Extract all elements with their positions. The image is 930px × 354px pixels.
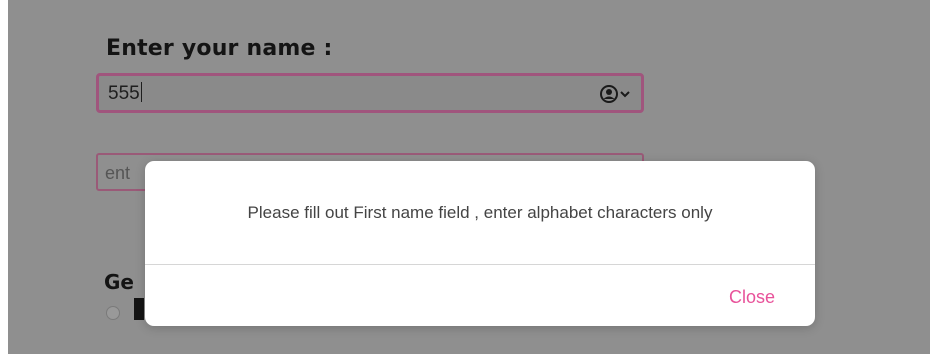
close-button[interactable]: Close — [729, 287, 775, 308]
gender-radio[interactable] — [106, 306, 120, 320]
name-input-value: 555 — [108, 82, 142, 104]
gender-label: Ge — [104, 270, 134, 294]
name-input[interactable]: 555 — [96, 73, 644, 113]
gender-option-label — [134, 298, 144, 320]
alert-dialog: Please fill out First name field , enter… — [145, 161, 815, 326]
name-label: Enter your name : — [106, 36, 333, 61]
dialog-divider — [145, 264, 815, 265]
second-input-placeholder: ent — [105, 163, 131, 183]
contact-autofill-icon[interactable] — [599, 84, 633, 104]
alert-message: Please fill out First name field , enter… — [247, 203, 713, 222]
